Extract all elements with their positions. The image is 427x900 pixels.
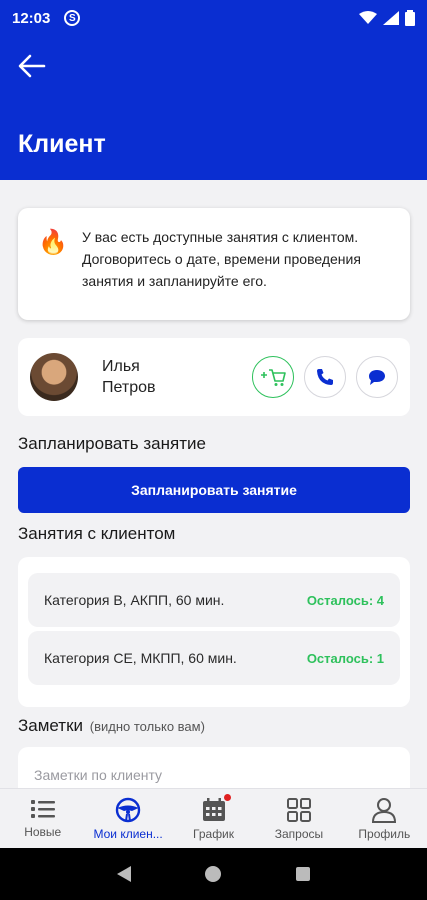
nav-label: Мои клиен...: [93, 827, 163, 841]
back-arrow-icon[interactable]: [16, 50, 48, 82]
lesson-name: Категория СЕ, МКПП, 60 мин.: [44, 650, 237, 666]
nav-item-profile[interactable]: Профиль: [342, 789, 427, 848]
wifi-icon: [359, 11, 377, 24]
plan-lesson-button[interactable]: Запланировать занятие: [18, 467, 410, 513]
message-button[interactable]: [356, 356, 398, 398]
list-icon: [30, 800, 55, 818]
calendar-icon: [202, 798, 225, 821]
chat-bubble-icon: [369, 370, 385, 385]
lesson-row[interactable]: Категория B, АКПП, 60 мин. Осталось: 4: [28, 573, 400, 627]
nav-label: Запросы: [274, 827, 324, 841]
notes-hint: (видно только вам): [89, 719, 205, 734]
system-recents-icon[interactable]: [295, 866, 311, 882]
lesson-remaining: Осталось: 1: [306, 650, 384, 666]
lesson-row[interactable]: Категория СЕ, МКПП, 60 мин. Осталось: 1: [28, 631, 400, 685]
nav-label: Новые: [24, 825, 62, 839]
notes-heading: Заметки: [18, 716, 84, 735]
notice-text: У вас есть доступные занятия с клиентом.…: [82, 229, 361, 289]
fire-icon: 🔥: [38, 229, 68, 256]
notice-card: 🔥 У вас есть доступные занятия с клиенто…: [18, 208, 410, 320]
status-bar: 12:03 S: [0, 0, 427, 36]
notes-field[interactable]: Заметки по клиенту: [18, 747, 410, 788]
status-time: 12:03: [12, 9, 51, 27]
nav-item-schedule[interactable]: График: [171, 789, 256, 848]
page-title: Клиент: [18, 130, 106, 158]
person-icon: [372, 798, 397, 823]
system-back-icon[interactable]: [116, 865, 132, 883]
bottom-nav: Новые Мои клиен... График Запросы Профил…: [0, 788, 427, 848]
content[interactable]: 🔥 У вас есть доступные занятия с клиенто…: [0, 180, 427, 788]
client-first-name: Илья: [102, 358, 140, 375]
lesson-remaining: Осталось: 4: [306, 592, 384, 608]
notification-badge: [223, 794, 231, 801]
lesson-name: Категория B, АКПП, 60 мин.: [44, 592, 225, 608]
client-card: Илья Петров: [18, 338, 410, 416]
add-to-cart-button[interactable]: [252, 356, 294, 398]
nav-label: График: [193, 827, 235, 841]
lessons-card: Категория B, АКПП, 60 мин. Осталось: 4 К…: [18, 557, 410, 707]
add-cart-icon: [261, 369, 286, 386]
signal-icon: [383, 11, 399, 25]
app-notification-icon: S: [64, 10, 81, 26]
avatar: [30, 353, 78, 401]
call-button[interactable]: [304, 356, 346, 398]
nav-item-new[interactable]: Новые: [0, 789, 85, 848]
steering-wheel-icon: [115, 797, 141, 823]
system-home-icon[interactable]: [204, 865, 222, 883]
grid-icon: [286, 798, 311, 822]
nav-item-requests[interactable]: Запросы: [256, 789, 341, 848]
phone-icon: [317, 369, 333, 385]
plan-section-title: Запланировать занятие: [18, 434, 206, 453]
lessons-section-title: Занятия с клиентом: [18, 524, 176, 543]
client-name: Илья Петров: [102, 356, 156, 398]
notes-title: Заметки (видно только вам): [18, 716, 205, 736]
nav-label: Профиль: [358, 827, 411, 841]
client-last-name: Петров: [102, 379, 156, 396]
battery-icon: [405, 10, 415, 26]
system-nav-bar: [0, 848, 427, 900]
app-bar: Клиент: [0, 36, 427, 180]
nav-item-my-clients[interactable]: Мои клиен...: [85, 789, 170, 848]
